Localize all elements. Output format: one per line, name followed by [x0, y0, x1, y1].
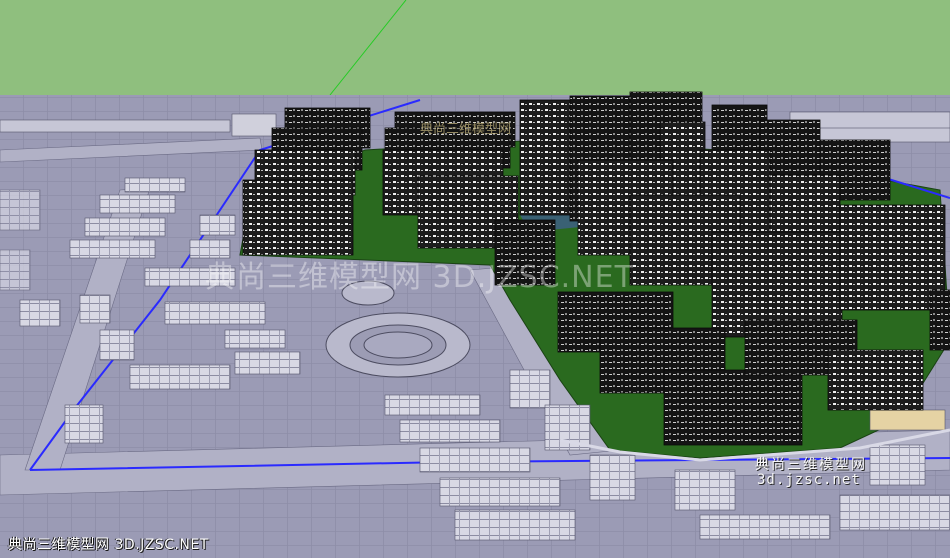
- sky: [0, 0, 950, 97]
- model-viewport[interactable]: 典尚三维模型网 典尚三维模型网 3D.JZSC.NET 典尚三维模型网 3d.j…: [0, 0, 950, 558]
- scene-canvas: [0, 0, 950, 558]
